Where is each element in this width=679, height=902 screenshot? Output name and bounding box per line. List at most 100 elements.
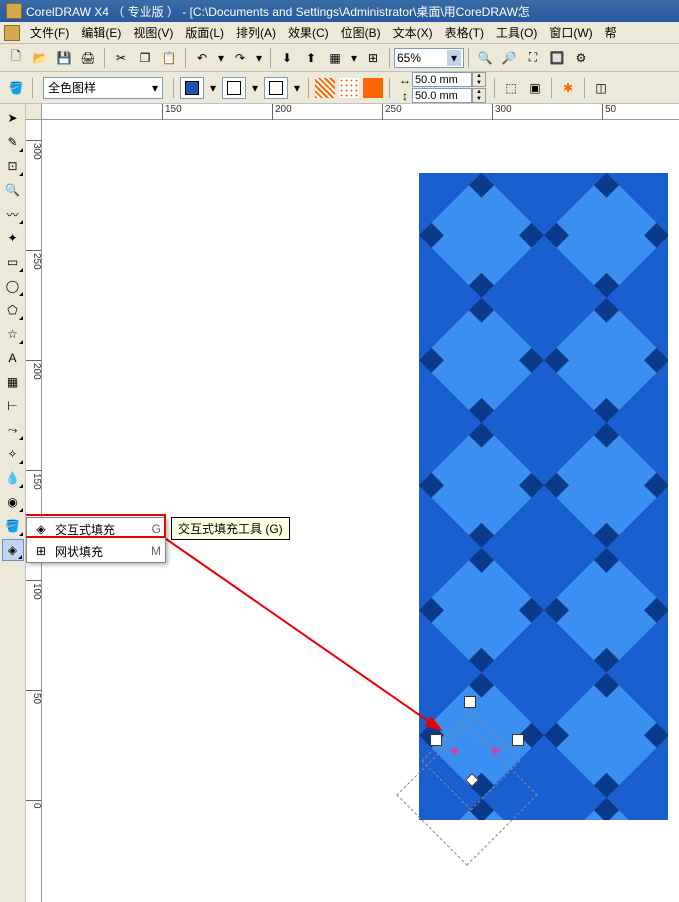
zoom-tool[interactable]: 🔍 [2, 179, 24, 201]
welcome-button[interactable]: ⊞ [362, 47, 384, 69]
fill-type-select[interactable]: 全色图样 ▾ [43, 77, 163, 99]
width-spinner[interactable]: ▲▼ [472, 72, 486, 87]
zoom-out-button[interactable]: 🔎 [498, 47, 520, 69]
ruler-vertical: 300250200150100500 [26, 120, 42, 902]
fill-tool[interactable]: 🪣 [2, 515, 24, 537]
outline-tool[interactable]: ◉ [2, 491, 24, 513]
front-color-swatch[interactable] [180, 77, 204, 99]
paste-button[interactable]: 📋 [158, 47, 180, 69]
tile-size-fields: ↔ ▲▼ ↕ ▲▼ [398, 72, 486, 104]
dimension-tool[interactable]: ⊢ [2, 395, 24, 417]
height-icon: ↕ [398, 89, 412, 103]
pattern-large-button[interactable] [363, 78, 383, 98]
fill-dropdown-icon: ▾ [152, 81, 158, 95]
ruler-tick: 150 [26, 470, 42, 490]
mirror-button[interactable]: ▣ [524, 77, 546, 99]
polygon-tool[interactable]: ⬠ [2, 299, 24, 321]
third-swatch[interactable] [264, 77, 288, 99]
ruler-tick: 250 [26, 250, 42, 270]
app-drop[interactable]: ▾ [348, 47, 360, 69]
cut-button[interactable]: ✂ [110, 47, 132, 69]
interactive-tool[interactable]: ◈ [2, 539, 24, 561]
export-button[interactable]: ⬆ [300, 47, 322, 69]
ruler-tick: 200 [26, 360, 42, 380]
menu-L[interactable]: 版面(L) [179, 22, 230, 43]
menu-F[interactable]: 文件(F) [24, 22, 75, 43]
tile-handle-right[interactable] [512, 734, 524, 746]
menu-B[interactable]: 位图(B) [335, 22, 387, 43]
titlebar: CorelDRAW X4 （ 专业版 ） - [C:\Documents and… [0, 0, 679, 22]
transform-button[interactable]: ⬚ [500, 77, 522, 99]
import-button[interactable]: ⬇ [276, 47, 298, 69]
menu-O[interactable]: 工具(O) [490, 22, 543, 43]
fit-button[interactable]: ⛶ [522, 47, 544, 69]
crop-tool[interactable]: ⊡ [2, 155, 24, 177]
ruler-tick: 250 [382, 104, 402, 120]
ruler-tick: 50 [26, 690, 42, 704]
tile-handle-top[interactable] [464, 696, 476, 708]
flyout-item-0[interactable]: ◈交互式填充G [27, 518, 165, 540]
text-tool[interactable]: A [2, 347, 24, 369]
redo-button[interactable]: ↷ [229, 47, 251, 69]
full-button[interactable]: 🔲 [546, 47, 568, 69]
toolbox: ➤✎⊡🔍〰✦▭◯⬠☆A▦⊢⤳✧💧◉🪣◈ [0, 104, 26, 902]
eyedrop-tool[interactable]: 💧 [2, 467, 24, 489]
connector-tool[interactable]: ⤳ [2, 419, 24, 441]
table-tool[interactable]: ▦ [2, 371, 24, 393]
ruler-tick: 200 [272, 104, 292, 120]
freehand-tool[interactable]: 〰 [2, 203, 24, 225]
menu-E[interactable]: 编辑(E) [75, 22, 127, 43]
menu-A[interactable]: 排列(A) [230, 22, 282, 43]
smart-tool[interactable]: ✦ [2, 227, 24, 249]
menu-V[interactable]: 视图(V) [127, 22, 179, 43]
back-color-swatch[interactable] [222, 77, 246, 99]
tile-height-input[interactable] [412, 88, 472, 103]
tile-handle-left[interactable] [430, 734, 442, 746]
undo-drop[interactable]: ▾ [215, 47, 227, 69]
zoom-value: 65% [397, 51, 421, 65]
redo-drop[interactable]: ▾ [253, 47, 265, 69]
filled-rectangle[interactable] [419, 173, 668, 820]
flyout-item-1[interactable]: ⊞网状填充M [27, 540, 165, 562]
basic-tool[interactable]: ☆ [2, 323, 24, 345]
third-drop[interactable]: ▾ [291, 77, 303, 99]
menu-X[interactable]: 文本(X) [387, 22, 439, 43]
pick-tool[interactable]: ➤ [2, 107, 24, 129]
menubar: 文件(F)编辑(E)视图(V)版面(L)排列(A)效果(C)位图(B)文本(X)… [0, 22, 679, 44]
pattern-small-button[interactable] [315, 78, 335, 98]
ruler-corner [26, 104, 42, 120]
menu-C[interactable]: 效果(C) [282, 22, 335, 43]
shape-tool[interactable]: ✎ [2, 131, 24, 153]
canvas[interactable] [42, 120, 679, 902]
doc-icon [4, 25, 20, 41]
menu-W[interactable]: 窗口(W) [543, 22, 598, 43]
edit-fill-button[interactable]: 🪣 [5, 77, 27, 99]
app-launcher-button[interactable]: ▦ [324, 47, 346, 69]
front-drop[interactable]: ▾ [207, 77, 219, 99]
pattern-med-button[interactable] [339, 78, 359, 98]
rectangle-tool[interactable]: ▭ [2, 251, 24, 273]
zoom-select[interactable]: 65% ▾ [394, 48, 464, 68]
effects-tool[interactable]: ✧ [2, 443, 24, 465]
new-pattern-button[interactable]: ✱ [557, 77, 579, 99]
open-button[interactable]: 📂 [29, 47, 51, 69]
ruler-tick: 50 [602, 104, 616, 120]
copy-fill-button[interactable]: ◫ [590, 77, 612, 99]
copy-button[interactable]: ❐ [134, 47, 156, 69]
height-spinner[interactable]: ▲▼ [472, 88, 486, 103]
ellipse-tool[interactable]: ◯ [2, 275, 24, 297]
ruler-tick: 100 [26, 580, 42, 600]
zoom-in-button[interactable]: 🔍 [474, 47, 496, 69]
menu-[interactable]: 帮 [599, 22, 623, 43]
tool-tooltip: 交互式填充工具 (G) [171, 517, 290, 540]
undo-button[interactable]: ↶ [191, 47, 213, 69]
back-drop[interactable]: ▾ [249, 77, 261, 99]
tile-width-input[interactable] [412, 72, 472, 87]
menu-T[interactable]: 表格(T) [439, 22, 490, 43]
options-button[interactable]: ⚙ [570, 47, 592, 69]
new-button[interactable]: 🗋 [5, 47, 27, 69]
print-button[interactable]: 🖨 [77, 47, 99, 69]
ruler-horizontal: 15020025030050100 [42, 104, 679, 120]
save-button[interactable]: 💾 [53, 47, 75, 69]
flyout-icon: ◈ [31, 522, 51, 536]
